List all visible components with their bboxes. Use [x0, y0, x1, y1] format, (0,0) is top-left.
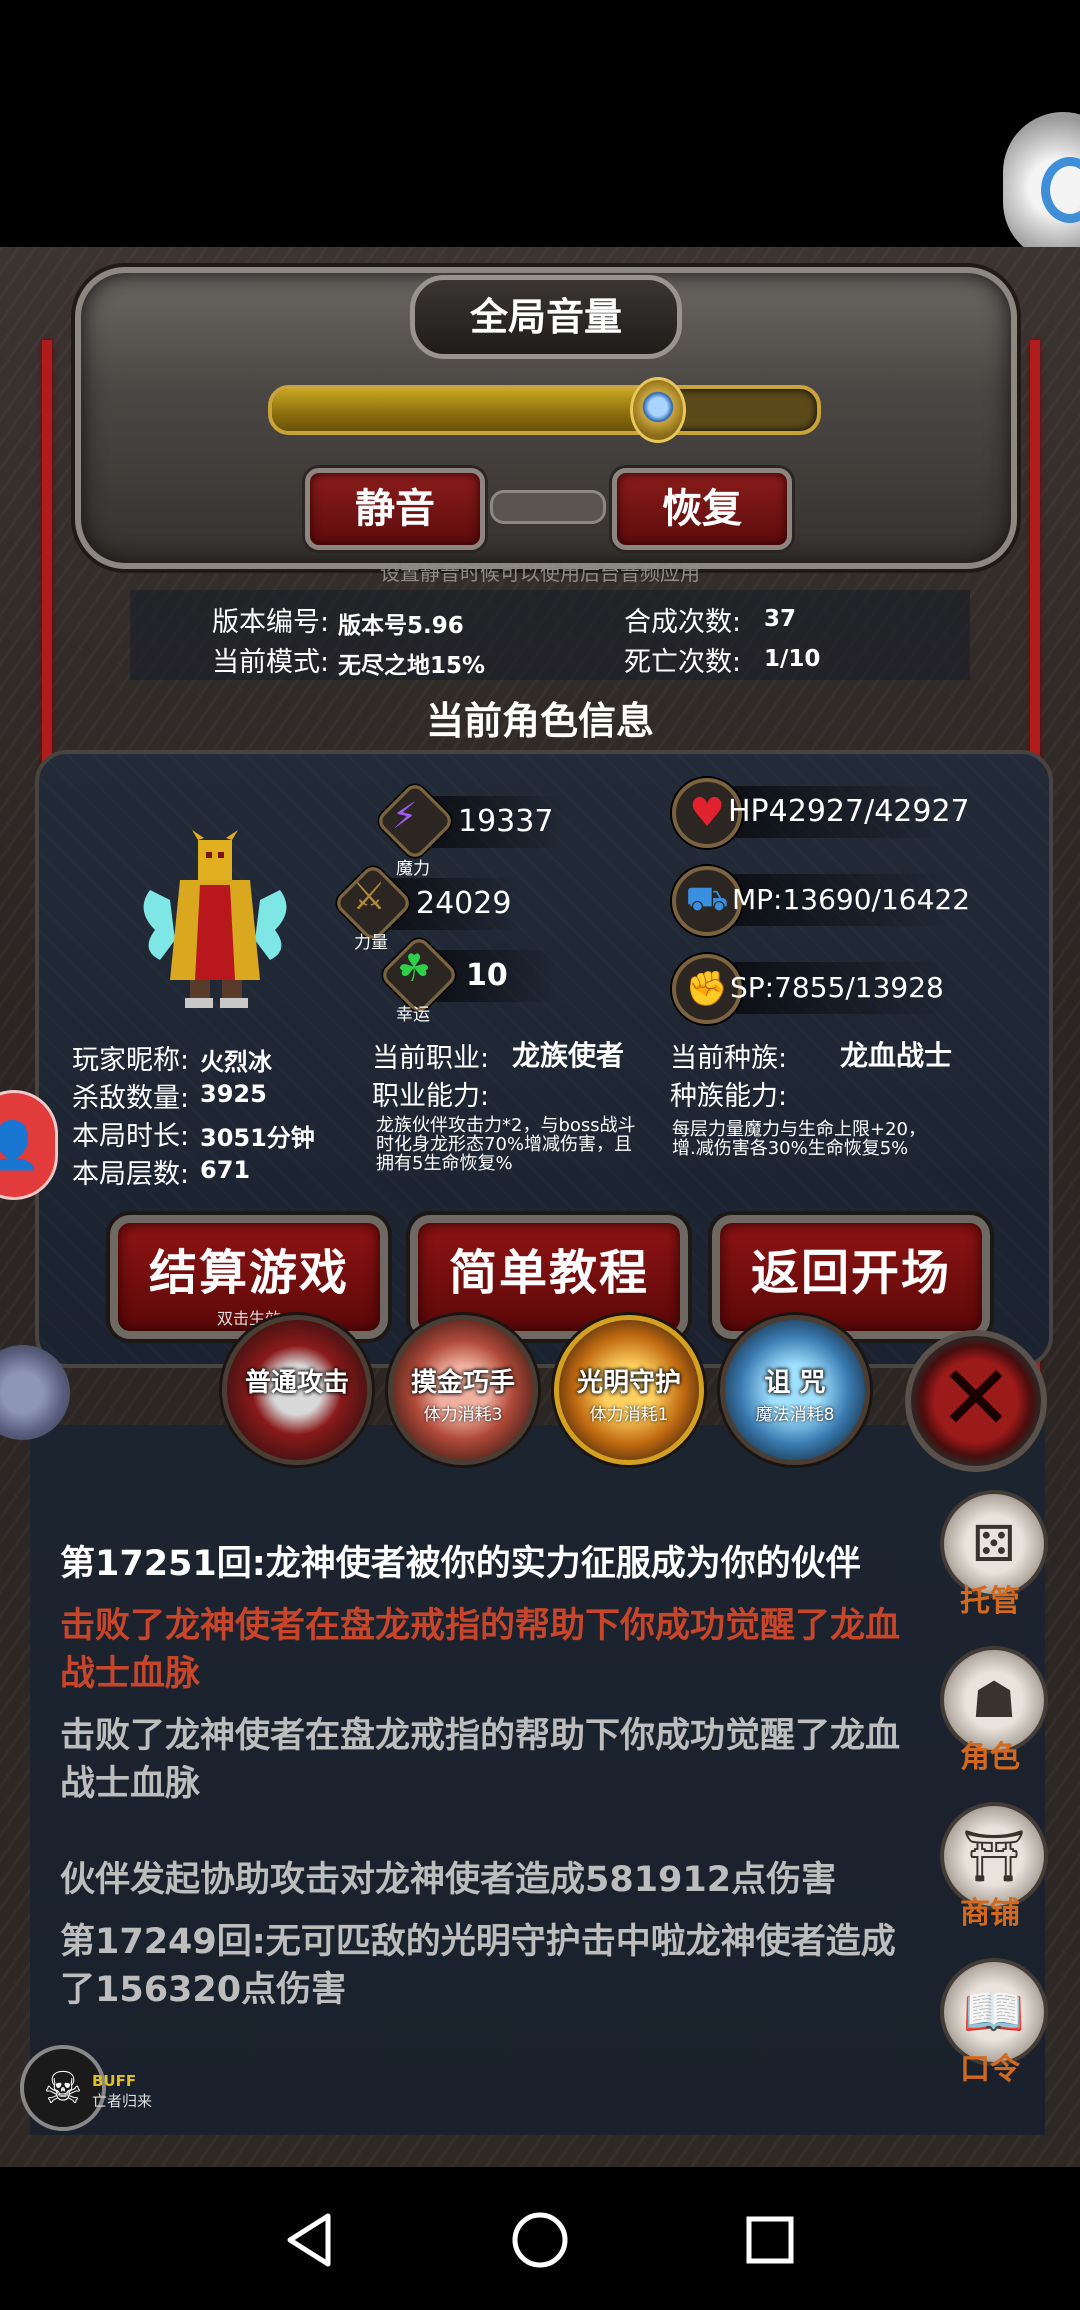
log-entry: 击败了龙神使者在盘龙戒指的帮助下你成功觉醒了龙血战士血脉: [60, 1606, 901, 1694]
restore-button[interactable]: 恢复: [612, 468, 792, 550]
shop-stall-icon: ⛩: [962, 1826, 1026, 1885]
magic-stat-value: 19337: [458, 804, 554, 839]
lightning-icon: ⚡: [392, 796, 418, 837]
system-navigation-bar: [0, 2168, 1080, 2310]
strength-stat-value: 24029: [416, 886, 512, 921]
version-label: 版本编号:: [212, 607, 330, 638]
scroll-book-icon: 📖: [962, 1982, 1026, 2041]
magic-stat-caption: 魔力: [396, 859, 430, 879]
skill-cost: 体力消耗1: [589, 1405, 669, 1425]
shop-label: 商铺: [960, 1896, 1020, 1931]
volume-title: 全局音量: [410, 275, 682, 359]
volume-slider-track[interactable]: [268, 385, 821, 435]
kills-value: 3925: [200, 1080, 267, 1108]
nickname-label: 玩家昵称:: [72, 1045, 190, 1076]
skill-name: 摸金巧手: [410, 1368, 515, 1398]
race-ability-desc: 每层力量魔力与生命上限+20，增.减伤害各30%生命恢复5%: [672, 1119, 926, 1159]
floor-label: 本局层数:: [72, 1159, 190, 1190]
duration-label: 本局时长:: [72, 1121, 190, 1152]
home-circle-icon[interactable]: [510, 2210, 570, 2270]
character-section-title: 当前角色信息: [425, 699, 654, 743]
death-count-value: 1/10: [764, 646, 821, 672]
job-value: 龙族使者: [512, 1039, 625, 1072]
assistant-ring-icon: [1041, 157, 1080, 223]
log-entry: 第17249回:无可匹敌的光明守护击中啦龙神使者造成了156320点伤害: [60, 1922, 896, 2010]
skill-cost: 体力消耗3: [423, 1405, 503, 1425]
crossed-swords-icon: ⚔: [352, 874, 387, 918]
close-button[interactable]: ✕: [905, 1330, 1047, 1472]
volume-slider-knob[interactable]: [630, 377, 687, 443]
skill-holy-guard[interactable]: 光明守护 体力消耗1: [554, 1315, 704, 1465]
floating-assistant-ball[interactable]: [1003, 112, 1080, 262]
volume-hint: 设置静音时候可以使用后台音频应用: [380, 561, 700, 585]
mp-value: MP:13690/16422: [732, 883, 971, 916]
dice-icon: ⚄: [972, 1515, 1016, 1573]
job-ability-label: 职业能力:: [372, 1081, 490, 1112]
user-icon: 👤: [0, 1117, 41, 1172]
skill-name: 光明守护: [576, 1368, 681, 1398]
skill-basic-attack[interactable]: 普通攻击: [222, 1315, 372, 1465]
floor-value: 671: [200, 1156, 251, 1184]
close-icon: ✕: [938, 1346, 1014, 1451]
mode-value: 无尽之地15%: [338, 653, 486, 679]
mode-label: 当前模式:: [212, 647, 330, 678]
skill-name: 诅 咒: [764, 1368, 826, 1398]
race-value: 龙血战士: [840, 1039, 953, 1072]
skill-cost: 魔法消耗8: [755, 1405, 835, 1425]
buff-name: 亡者归来: [92, 2092, 153, 2110]
clover-icon: ☘: [397, 946, 432, 990]
luck-stat-caption: 幸运: [396, 1005, 430, 1025]
back-to-start-button[interactable]: 返回开场: [712, 1215, 990, 1339]
log-entry: 伙伴发起协助攻击对龙神使者造成581912点伤害: [60, 1860, 837, 1900]
version-value: 版本号5.96: [338, 613, 464, 639]
buff-label: BUFF: [92, 2072, 137, 2090]
volume-slider-fill: [272, 389, 654, 431]
job-label: 当前职业:: [372, 1043, 490, 1074]
recents-square-icon[interactable]: [740, 2210, 800, 2270]
role-label: 角色: [960, 1740, 1020, 1775]
kills-label: 杀敌数量:: [72, 1083, 190, 1114]
log-entry: 击败了龙神使者在盘龙戒指的帮助下你成功觉醒了龙血战士血脉: [60, 1716, 901, 1804]
settle-double-click-hint: 双击生效: [216, 1309, 281, 1328]
race-ability-label: 种族能力:: [670, 1081, 788, 1112]
hooded-figure-icon: ☗: [971, 1671, 1017, 1729]
button-divider-ornament: [490, 490, 606, 524]
strength-stat-caption: 力量: [354, 933, 388, 953]
luck-stat-value: 10: [466, 958, 508, 993]
character-sprite: [143, 830, 287, 1008]
battle-log: 第17251回:龙神使者被你的实力征服成为你的伙伴击败了龙神使者在盘龙戒指的帮助…: [60, 1540, 920, 2028]
skill-gold-hand[interactable]: 摸金巧手 体力消耗3: [388, 1315, 538, 1465]
sp-value: SP:7855/13928: [730, 971, 944, 1004]
duration-value: 3051分钟: [200, 1124, 315, 1152]
auto-play-label: 托管: [960, 1584, 1020, 1619]
craft-count-value: 37: [764, 606, 797, 632]
craft-count-label: 合成次数:: [624, 607, 742, 638]
mute-button[interactable]: 静音: [305, 468, 485, 550]
skill-curse[interactable]: 诅 咒 魔法消耗8: [720, 1315, 870, 1465]
race-label: 当前种族:: [670, 1043, 788, 1074]
nickname-value: 火烈冰: [200, 1048, 272, 1076]
back-triangle-icon[interactable]: [280, 2210, 340, 2270]
hp-value: HP42927/42927: [728, 794, 970, 829]
log-entry: 第17251回:龙神使者被你的实力征服成为你的伙伴: [60, 1544, 861, 1584]
code-label: 口令: [960, 2052, 1020, 2087]
job-ability-desc: 龙族伙伴攻击力*2，与boss战斗时化身龙形态70%增减伤害，且拥有5生命恢复%: [376, 1115, 636, 1174]
skill-name: 普通攻击: [244, 1368, 349, 1398]
death-count-label: 死亡次数:: [624, 647, 742, 678]
